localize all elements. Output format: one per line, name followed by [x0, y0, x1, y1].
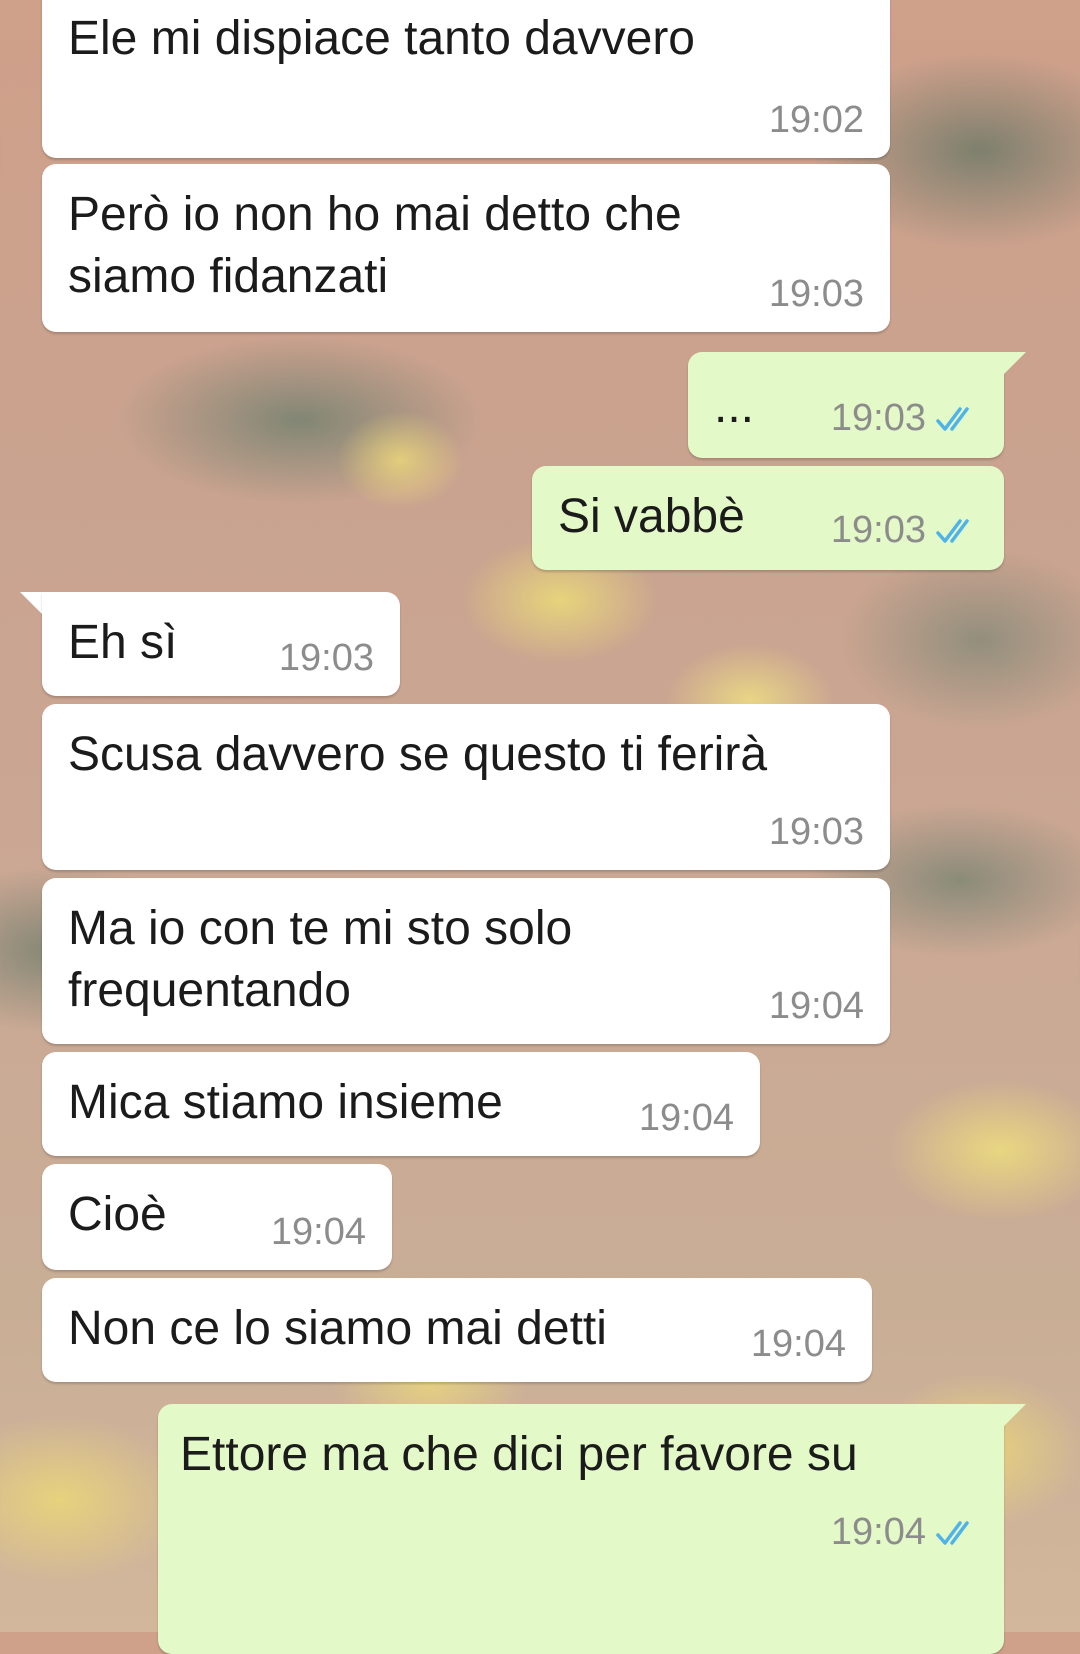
- message-time: 19:04: [750, 1323, 846, 1365]
- message-bubble-incoming[interactable]: Scusa davvero se questo ti ferirà 19:03: [42, 704, 890, 870]
- message-time: 19:04: [638, 1097, 734, 1139]
- message-bubble-outgoing[interactable]: ... 19:03: [688, 352, 1004, 458]
- message-bubble-incoming[interactable]: Non ce lo siamo mai detti 19:04: [42, 1278, 872, 1382]
- message-bubble-outgoing[interactable]: Ettore ma che dici per favore su 19:04: [158, 1404, 1004, 1654]
- bubble-tail: [20, 592, 42, 614]
- message-time: 19:03: [768, 811, 864, 853]
- message-time: 19:04: [270, 1211, 366, 1253]
- read-ticks-icon: [936, 1520, 969, 1545]
- message-time: 19:03: [278, 637, 374, 679]
- message-time: 19:04: [768, 985, 864, 1027]
- bubble-tail: [1004, 352, 1026, 374]
- read-ticks-icon: [936, 406, 969, 431]
- message-text: Ettore ma che dici per favore su: [180, 1428, 858, 1481]
- message-text: Ele mi dispiace tanto davvero: [68, 12, 695, 65]
- message-text: Mica stiamo insieme: [68, 1076, 503, 1129]
- message-time: 19:04: [830, 1511, 926, 1553]
- chat-screen: { "messages": [ {"dir": "in", "text": "E…: [0, 0, 1080, 1654]
- message-text: Non ce lo siamo mai detti: [68, 1302, 607, 1355]
- message-time: 19:03: [830, 509, 926, 551]
- message-bubble-incoming[interactable]: Ele mi dispiace tanto davvero 19:02: [42, 0, 890, 158]
- bubble-tail: [1004, 1404, 1026, 1426]
- read-ticks-icon: [936, 518, 969, 543]
- message-time: 19:03: [768, 273, 864, 315]
- message-text: Ma io con te mi sto solo frequentando: [68, 902, 573, 1017]
- message-time: 19:03: [830, 397, 926, 439]
- message-bubble-incoming[interactable]: Cioè 19:04: [42, 1164, 392, 1270]
- message-time: 19:02: [768, 99, 864, 141]
- message-bubble-incoming[interactable]: Ma io con te mi sto solo frequentando 19…: [42, 878, 890, 1044]
- message-bubble-incoming[interactable]: Però io non ho mai detto che siamo fidan…: [42, 164, 890, 332]
- message-bubble-incoming[interactable]: Eh sì 19:03: [42, 592, 400, 696]
- message-bubble-outgoing[interactable]: Si vabbè 19:03: [532, 466, 1004, 570]
- message-text: Però io non ho mai detto che siamo fidan…: [68, 188, 682, 303]
- message-bubble-incoming[interactable]: Mica stiamo insieme 19:04: [42, 1052, 760, 1156]
- message-text: Scusa davvero se questo ti ferirà: [68, 728, 768, 781]
